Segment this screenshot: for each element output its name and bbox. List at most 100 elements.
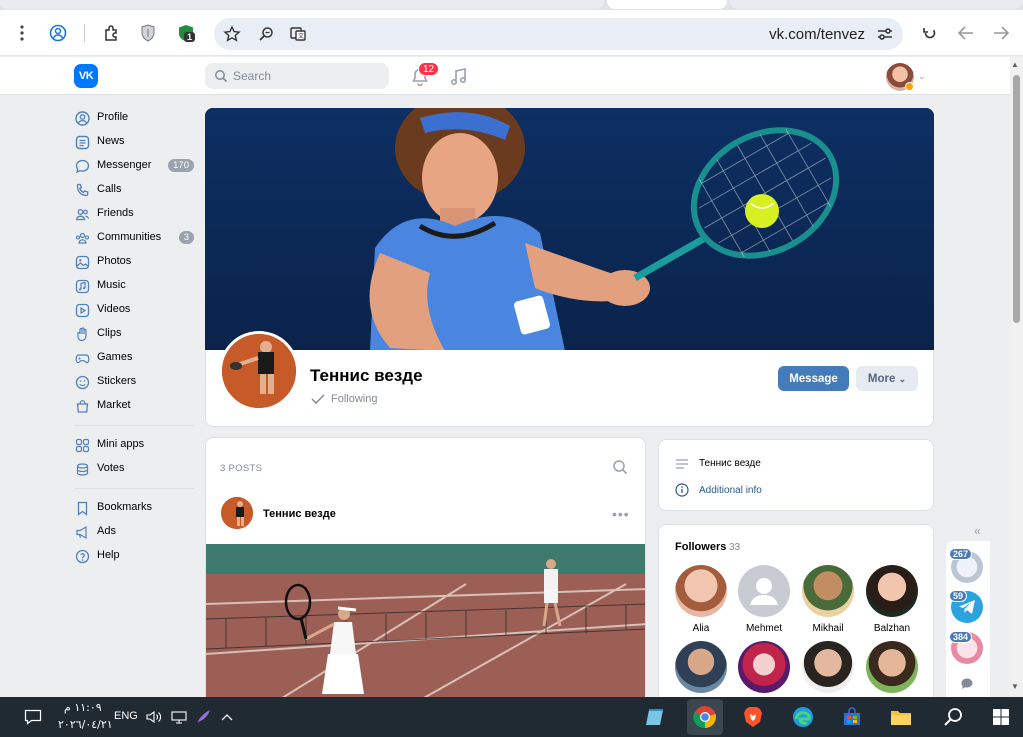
nav-item-news[interactable]: News bbox=[70, 130, 200, 154]
nav-item-friends[interactable]: Friends bbox=[70, 202, 200, 226]
active-tab[interactable] bbox=[607, 0, 727, 9]
nav-item-videos[interactable]: Videos bbox=[70, 298, 200, 322]
nav-label: Votes bbox=[97, 462, 125, 474]
posts-card: 3 POSTS Теннис везде ••• bbox=[205, 437, 646, 707]
windows-start-icon[interactable] bbox=[988, 705, 1014, 729]
profile-icon bbox=[74, 110, 90, 126]
url-text[interactable]: vk.com/tenvez bbox=[769, 26, 865, 43]
games-icon bbox=[74, 350, 90, 366]
browser-toolbar: 1 文 vk.com/tenvez bbox=[0, 10, 1023, 56]
messenger-icon bbox=[74, 158, 90, 174]
search-posts-icon[interactable] bbox=[612, 459, 628, 475]
scroll-down-arrow-icon[interactable]: ▼ bbox=[1011, 682, 1019, 691]
follower-name: Mehmet bbox=[745, 623, 783, 634]
follower-item[interactable]: Mehmet bbox=[734, 565, 794, 634]
pen-feather-icon[interactable] bbox=[194, 705, 212, 729]
nav-item-mini-apps[interactable]: Mini apps bbox=[70, 433, 200, 457]
nav-item-communities[interactable]: Communities 3 bbox=[70, 226, 200, 250]
follower-item[interactable]: Alia bbox=[671, 565, 731, 634]
follower-item[interactable]: Mikhail bbox=[798, 565, 858, 634]
notification-center-icon[interactable] bbox=[22, 705, 44, 729]
post-author-avatar[interactable] bbox=[221, 497, 253, 529]
nav-label: Music bbox=[97, 279, 126, 291]
search-box[interactable] bbox=[205, 63, 389, 89]
file-explorer-icon[interactable] bbox=[888, 705, 914, 729]
edge-app-icon[interactable] bbox=[790, 705, 816, 729]
mini-apps-icon bbox=[74, 437, 90, 453]
friends-icon bbox=[74, 206, 90, 222]
nav-label: Bookmarks bbox=[97, 501, 153, 513]
nav-item-votes[interactable]: Votes bbox=[70, 457, 200, 481]
communities-icon bbox=[74, 230, 90, 246]
nav-item-messenger[interactable]: Messenger 170 bbox=[70, 154, 200, 178]
follower-item[interactable] bbox=[734, 641, 794, 693]
forward-arrow-icon[interactable] bbox=[989, 21, 1013, 45]
svg-text:文: 文 bbox=[298, 32, 304, 40]
vk-logo[interactable]: VK bbox=[74, 64, 98, 88]
chat-unread-badge: 384 bbox=[949, 631, 973, 643]
music-player-icon[interactable] bbox=[449, 67, 469, 87]
translate-icon[interactable]: 文 bbox=[286, 22, 310, 46]
nav-item-bookmarks[interactable]: Bookmarks bbox=[70, 496, 200, 520]
nav-item-photos[interactable]: Photos bbox=[70, 250, 200, 274]
reload-icon[interactable] bbox=[918, 21, 942, 45]
scroll-up-arrow-icon[interactable]: ▲ bbox=[1011, 60, 1019, 69]
nav-item-ads[interactable]: Ads bbox=[70, 520, 200, 544]
back-arrow-icon[interactable] bbox=[954, 21, 978, 45]
address-bar[interactable]: 文 vk.com/tenvez bbox=[214, 18, 903, 50]
more-button[interactable]: More ⌄ bbox=[856, 366, 918, 391]
search-taskbar-icon[interactable] bbox=[940, 705, 966, 729]
post-options-icon[interactable]: ••• bbox=[612, 506, 630, 522]
scrollbar-thumb[interactable] bbox=[1013, 75, 1020, 323]
show-hidden-icons-chevron-icon[interactable] bbox=[218, 705, 236, 729]
microsoft-store-icon[interactable] bbox=[839, 705, 865, 729]
nav-item-help[interactable]: Help bbox=[70, 544, 200, 568]
nav-item-profile[interactable]: Profile bbox=[70, 106, 200, 130]
chevron-down-icon[interactable]: ⌄ bbox=[918, 71, 926, 82]
follower-item[interactable] bbox=[671, 641, 731, 693]
browser-menu-icon[interactable] bbox=[10, 21, 34, 45]
nav-item-market[interactable]: Market bbox=[70, 394, 200, 418]
shield-extension-icon[interactable] bbox=[136, 21, 160, 45]
bookmark-star-icon[interactable] bbox=[220, 22, 244, 46]
site-settings-icon[interactable] bbox=[875, 24, 895, 44]
post-author-name[interactable]: Теннис везде bbox=[263, 508, 336, 520]
nav-item-music[interactable]: Music bbox=[70, 274, 200, 298]
nav-label: Photos bbox=[97, 255, 132, 267]
vpn-extension-icon[interactable]: 1 bbox=[174, 21, 198, 45]
post-photo[interactable] bbox=[206, 544, 645, 706]
nav-item-clips[interactable]: Clips bbox=[70, 322, 200, 346]
nav-item-games[interactable]: Games bbox=[70, 346, 200, 370]
videos-icon bbox=[74, 302, 90, 318]
follower-item[interactable]: Balzhan bbox=[862, 565, 922, 634]
search-input[interactable] bbox=[233, 67, 383, 85]
market-icon bbox=[74, 398, 90, 414]
volume-icon[interactable] bbox=[145, 705, 163, 729]
follower-item[interactable] bbox=[862, 641, 922, 693]
avatar-status-dot bbox=[905, 82, 914, 91]
community-avatar[interactable] bbox=[219, 331, 299, 411]
follower-avatar bbox=[738, 565, 790, 617]
follower-item[interactable] bbox=[798, 641, 858, 693]
messenger-badge: 170 bbox=[168, 159, 194, 172]
nav-item-stickers[interactable]: Stickers bbox=[70, 370, 200, 394]
followers-title[interactable]: Followers bbox=[675, 541, 726, 553]
network-icon[interactable] bbox=[170, 705, 188, 729]
clock-time[interactable]: ١١:٠٩ م bbox=[64, 701, 102, 714]
profile-circle-icon[interactable] bbox=[46, 21, 70, 45]
nav-item-calls[interactable]: Calls bbox=[70, 178, 200, 202]
zoom-icon[interactable] bbox=[254, 22, 278, 46]
message-button[interactable]: Message bbox=[778, 366, 849, 391]
brave-app-icon[interactable] bbox=[740, 705, 766, 729]
additional-info-link[interactable]: Additional info bbox=[675, 483, 762, 497]
chrome-app-icon[interactable] bbox=[687, 699, 723, 735]
clock-date[interactable]: ٢٠٢٦/٠٤/٢١ bbox=[58, 718, 113, 731]
extensions-icon[interactable] bbox=[100, 21, 124, 45]
language-indicator[interactable]: ENG bbox=[114, 710, 138, 722]
nav-label: Stickers bbox=[97, 375, 137, 387]
collapse-panel-icon[interactable]: « bbox=[974, 524, 981, 538]
chat-bubble-icon[interactable] bbox=[960, 677, 974, 691]
notepad-app-icon[interactable] bbox=[643, 705, 669, 729]
chat-unread-badge: 267 bbox=[949, 548, 973, 560]
following-status[interactable]: Following bbox=[311, 393, 377, 405]
